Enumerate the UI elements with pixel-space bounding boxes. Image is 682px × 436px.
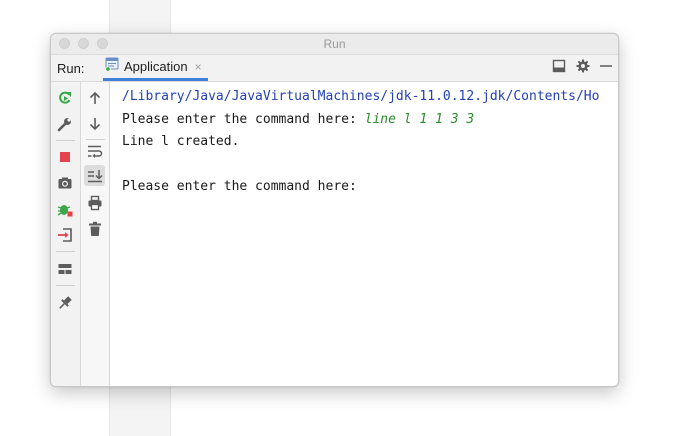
run-window: Run Run: Application × /Library/Java/Jav… [50,33,619,387]
minimize-icon[interactable] [600,59,612,78]
console-output[interactable]: /Library/Java/JavaVirtualMachines/jdk-11… [110,82,618,386]
run-label: Run: [57,60,85,76]
arrow-up-icon[interactable] [85,88,105,108]
window-title: Run [323,37,346,51]
rerun-icon[interactable] [55,88,75,108]
zoom-window-button[interactable] [97,38,108,49]
console-prompt-line-2[interactable]: Please enter the command here: [122,176,618,199]
debug-icon[interactable] [55,199,75,219]
gear-icon[interactable] [576,59,590,78]
trash-icon[interactable] [85,219,105,239]
console-user-input: line l 1 1 3 3 [364,111,475,127]
run-toolbar: Run: Application × [51,55,618,82]
layout-icon[interactable] [552,59,566,78]
arrow-down-icon[interactable] [85,114,105,134]
console-actions-gutter [81,82,110,386]
toolbar-right [552,55,612,81]
application-icon [105,57,119,76]
console-output-line: Line l created. [122,134,240,149]
minimize-window-button[interactable] [78,38,89,49]
close-window-button[interactable] [59,38,70,49]
window-controls [59,38,108,49]
console-prompt: Please enter the command here: [122,111,365,127]
title-bar: Run [51,34,618,55]
stop-icon[interactable] [55,147,75,167]
scroll-to-end-icon[interactable] [84,165,105,186]
tab-label: Application [124,59,188,74]
tab-application[interactable]: Application × [103,55,208,81]
pin-icon[interactable] [55,293,75,313]
tab-close-icon[interactable]: × [195,60,202,74]
camera-icon[interactable] [55,173,75,193]
print-icon[interactable] [85,193,105,213]
console-path-line: /Library/Java/JavaVirtualMachines/jdk-11… [122,89,600,104]
run-actions-gutter [51,82,81,386]
wrench-icon[interactable] [55,114,75,134]
soft-wrap-icon[interactable] [85,141,105,161]
exit-icon[interactable] [55,225,75,245]
restore-layout-icon[interactable] [55,259,75,279]
console-prompt-line: Please enter the command here: line l 1 … [122,109,618,132]
